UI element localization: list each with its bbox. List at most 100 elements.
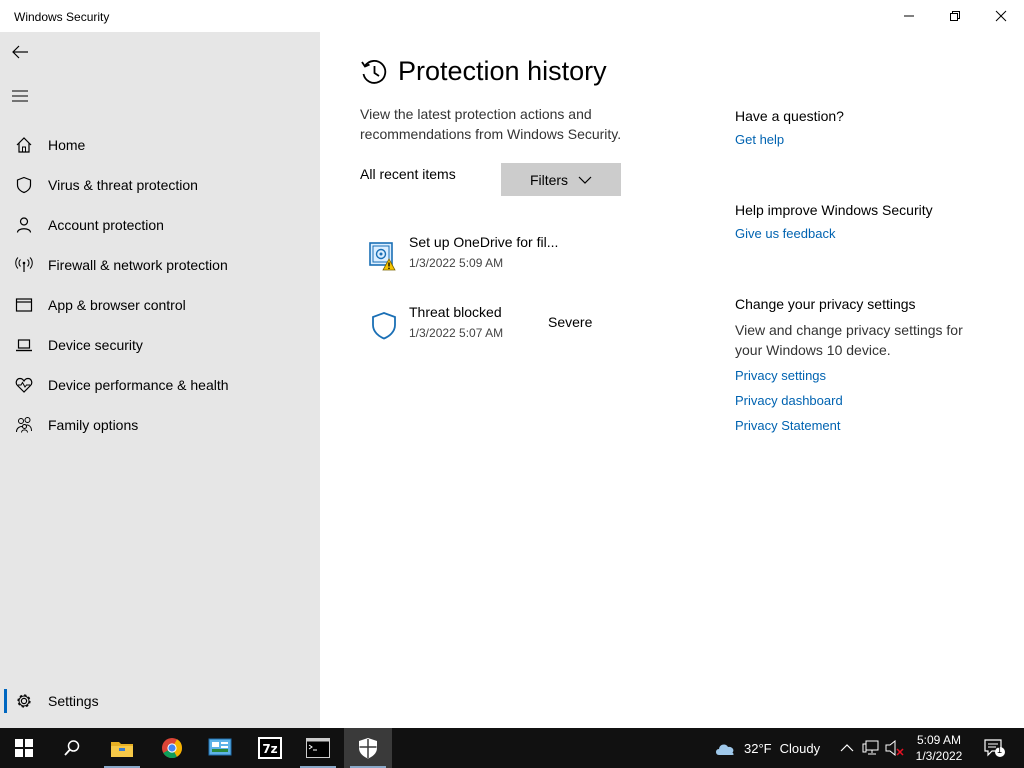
chevron-down-icon [578, 176, 592, 184]
taskbar: 7z 32°F Cloudy 5:09 AM 1/3/2022 1 [0, 728, 1024, 768]
gear-icon [17, 694, 31, 708]
sidebar-item-label: Settings [48, 693, 99, 709]
sidebar-item-device-performance-health[interactable]: Device performance & health [0, 365, 320, 405]
search-icon [64, 740, 80, 756]
cloud-icon [716, 744, 734, 755]
sidebar-item-label: Virus & threat protection [48, 177, 198, 193]
filters-button[interactable]: Filters [501, 163, 621, 196]
weather-condition: Cloudy [779, 740, 821, 756]
sidebar-item-firewall-network-protection[interactable]: Firewall & network protection [0, 245, 320, 285]
sidebar-item-app-browser-control[interactable]: App & browser control [0, 285, 320, 325]
volume-tray-button[interactable] [885, 738, 905, 758]
sidebar-item-label: Home [48, 137, 86, 153]
network-icon [862, 740, 879, 755]
history-item-date: 1/3/2022 5:07 AM [409, 326, 504, 340]
minimize-button[interactable] [886, 0, 932, 32]
restore-icon [950, 11, 960, 21]
history-item-title: Threat blocked [409, 304, 502, 320]
privacy-heading: Change your privacy settings [735, 296, 916, 312]
clock-date: 1/3/2022 [915, 749, 963, 763]
back-button[interactable] [4, 36, 36, 68]
notification-icon [984, 739, 1005, 757]
antenna-icon [15, 257, 33, 272]
hamburger-menu-icon [12, 90, 28, 102]
selection-marker [4, 689, 7, 713]
minimize-icon [904, 15, 914, 17]
history-clock-icon [361, 59, 387, 84]
sidebar-item-label: App & browser control [48, 297, 186, 313]
shield-icon [16, 176, 32, 194]
7zip-icon: 7z [258, 737, 282, 759]
close-icon [995, 10, 1007, 22]
privacy-dashboard-link[interactable]: Privacy dashboard [735, 393, 975, 408]
give-feedback-link[interactable]: Give us feedback [735, 226, 995, 241]
page-title: Protection history [398, 56, 607, 86]
privacy-statement-link[interactable]: Privacy Statement [735, 418, 975, 433]
svg-text:7z: 7z [262, 742, 277, 756]
control-panel-icon [208, 738, 232, 756]
network-tray-button[interactable] [861, 738, 881, 758]
laptop-icon [16, 339, 32, 352]
person-icon [16, 217, 32, 233]
history-item-date: 1/3/2022 5:09 AM [409, 256, 504, 270]
page-description: View the latest protection actions and r… [360, 106, 622, 142]
chrome-icon [162, 738, 183, 759]
history-item-threat-blocked[interactable]: Threat blocked 1/3/2022 5:07 AM Severe [360, 304, 660, 354]
taskbar-control-panel[interactable] [196, 728, 244, 768]
sidebar-item-label: Device performance & health [48, 377, 229, 393]
history-item-title: Set up OneDrive for fil... [409, 234, 559, 250]
restore-button[interactable] [932, 0, 978, 32]
privacy-settings-link[interactable]: Privacy settings [735, 368, 975, 383]
sidebar: Home Virus & threat protection Account p… [0, 32, 320, 728]
weather-temperature: 32°F [744, 740, 772, 756]
filters-button-label: Filters [529, 171, 569, 188]
chevron-up-icon [840, 744, 854, 752]
sidebar-item-virus-threat-protection[interactable]: Virus & threat protection [0, 165, 320, 205]
sidebar-item-account-protection[interactable]: Account protection [0, 205, 320, 245]
sidebar-item-home[interactable]: Home [0, 125, 320, 165]
history-item-onedrive[interactable]: Set up OneDrive for fil... 1/3/2022 5:09… [360, 234, 660, 284]
help-heading: Have a question? [735, 108, 844, 124]
menu-button[interactable] [4, 80, 36, 112]
back-arrow-icon [12, 45, 28, 59]
privacy-description: View and change privacy settings for you… [735, 322, 963, 358]
taskbar-7zip[interactable]: 7z [246, 728, 294, 768]
folder-icon [111, 742, 133, 757]
volume-muted-icon [885, 740, 904, 756]
privacy-section: Change your privacy settings View and ch… [735, 296, 975, 441]
taskbar-windows-security[interactable] [344, 728, 392, 768]
feedback-heading: Help improve Windows Security [735, 202, 933, 218]
title-bar: Windows Security [0, 0, 1024, 32]
show-hidden-icons-button[interactable] [837, 738, 857, 758]
windows-logo-icon [15, 739, 33, 757]
taskbar-command-prompt[interactable] [294, 728, 342, 768]
sidebar-item-label: Account protection [48, 217, 164, 233]
page-header: Protection history [360, 56, 607, 87]
sidebar-item-family-options[interactable]: Family options [0, 405, 320, 445]
search-button[interactable] [48, 728, 96, 768]
weather-widget[interactable]: 32°F Cloudy [714, 728, 820, 768]
help-section: Have a question? Get help [735, 108, 995, 155]
terminal-icon [306, 738, 330, 758]
family-icon [16, 417, 32, 433]
close-button[interactable] [978, 0, 1024, 32]
action-center-button[interactable]: 1 [983, 738, 1007, 758]
notification-count: 1 [997, 745, 1003, 755]
home-icon [16, 137, 32, 153]
heart-pulse-icon [15, 377, 33, 393]
sidebar-item-settings[interactable]: Settings [0, 681, 320, 721]
get-help-link[interactable]: Get help [735, 132, 995, 147]
taskbar-clock[interactable]: 5:09 AM 1/3/2022 [906, 732, 972, 764]
filter-label: All recent items [360, 166, 456, 182]
main-content: Protection history View the latest prote… [320, 32, 1024, 728]
sidebar-item-label: Family options [48, 417, 139, 433]
windows-security-shield-icon [359, 738, 377, 759]
browser-window-icon [15, 298, 33, 312]
clock-time: 5:09 AM [916, 733, 962, 747]
sidebar-item-label: Device security [48, 337, 143, 353]
start-button[interactable] [0, 728, 48, 768]
taskbar-chrome[interactable] [148, 728, 196, 768]
sidebar-item-device-security[interactable]: Device security [0, 325, 320, 365]
taskbar-file-explorer[interactable] [98, 728, 146, 768]
shield-outline-icon [372, 312, 396, 340]
